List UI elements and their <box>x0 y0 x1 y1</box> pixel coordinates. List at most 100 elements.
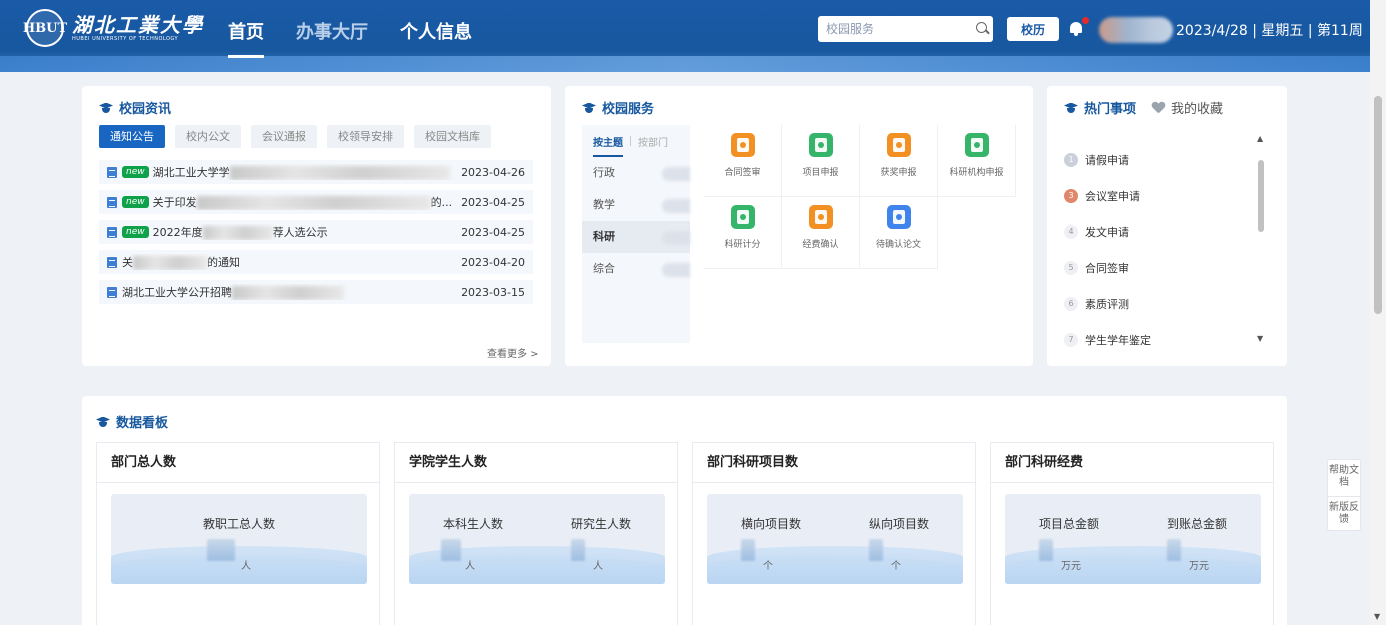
redacted-blur <box>196 196 431 210</box>
scroll-down-icon[interactable]: ▼ <box>1374 612 1380 621</box>
metric-label: 横向项目数 <box>740 517 801 531</box>
hot-item-label: 合同签审 <box>1085 262 1129 275</box>
help-docs-button[interactable]: 帮助文档 <box>1328 460 1360 496</box>
service-award-application[interactable]: 获奖申报 <box>860 125 938 197</box>
search-input[interactable] <box>826 22 976 36</box>
nav-personal-info[interactable]: 个人信息 <box>400 18 472 56</box>
category-general[interactable]: 综合 <box>582 253 690 285</box>
service-institute-application[interactable]: 科研机构申报 <box>938 125 1016 197</box>
graduation-cap-icon <box>96 416 110 428</box>
tab-leader-schedule[interactable]: 校领导安排 <box>327 125 404 148</box>
redacted-blur <box>202 226 273 240</box>
metric-unit: 人 <box>593 561 603 572</box>
news-item[interactable]: new 关于印发 的... 2023-04-25 <box>99 190 533 214</box>
news-item-title: 湖北工业大学公开招聘 <box>122 284 461 300</box>
metric-value-blurred <box>1039 539 1053 561</box>
news-item-title: 湖北工业大学学 <box>153 164 461 180</box>
service-research-points[interactable]: 科研计分 <box>704 197 782 269</box>
nav-service-hall[interactable]: 办事大厅 <box>296 18 368 56</box>
scroll-up-icon[interactable]: ▲ <box>1257 134 1263 143</box>
metric-value-blurred <box>1167 539 1181 561</box>
news-item-date: 2023-04-20 <box>461 255 525 269</box>
logo-cn: 湖北工業大學 <box>72 13 204 37</box>
service-paper-confirm[interactable]: 待确认论文 <box>860 197 938 269</box>
calendar-button[interactable]: 校历 <box>1007 17 1059 41</box>
page-scroll-thumb[interactable] <box>1374 96 1382 314</box>
service-label: 合同签审 <box>724 168 761 178</box>
service-project-application[interactable]: 项目申报 <box>782 125 860 197</box>
tab-doc-library[interactable]: 校园文档库 <box>414 125 491 148</box>
metric-unit: 个 <box>891 561 901 572</box>
hot-item[interactable]: 6 素质评测 <box>1064 286 1151 322</box>
fund-icon <box>808 205 833 229</box>
search-icon[interactable] <box>976 22 987 36</box>
document-icon <box>107 286 117 298</box>
news-card-title: 校园资讯 <box>99 98 171 117</box>
new-badge: new <box>122 166 149 178</box>
metric-label: 教职工总人数 <box>202 517 275 531</box>
metric-label: 纵向项目数 <box>868 517 929 531</box>
tab-by-department[interactable]: 按部门 <box>638 134 668 149</box>
news-item-date: 2023-04-25 <box>461 225 525 239</box>
news-item[interactable]: 湖北工业大学公开招聘 2023-03-15 <box>99 280 533 304</box>
metric-unit: 人 <box>241 561 251 572</box>
news-item-date: 2023-03-15 <box>461 285 525 299</box>
document-icon <box>107 256 117 268</box>
hot-list-scrollbar[interactable]: ▲ ▼ <box>1255 134 1267 346</box>
service-contract-review[interactable]: 合同签审 <box>704 125 782 197</box>
metric-value-blurred <box>869 539 883 561</box>
tab-my-favorites[interactable]: 我的收藏 <box>1152 98 1223 117</box>
rank-badge: 3 <box>1064 189 1078 203</box>
score-sheet-icon <box>730 205 755 229</box>
hot-item[interactable]: 1 请假申请 <box>1064 142 1151 178</box>
rank-badge: 4 <box>1064 225 1078 239</box>
hot-header: 热门事项 我的收藏 <box>1064 98 1223 117</box>
news-item[interactable]: 关的通知 2023-04-20 <box>99 250 533 274</box>
news-item-title: 2022年度 荐人选公示 <box>152 226 328 240</box>
hot-item-label: 学生学年鉴定 <box>1085 334 1151 347</box>
rank-badge: 7 <box>1064 333 1078 347</box>
page-scrollbar[interactable]: ▼ <box>1370 0 1386 625</box>
hot-title: 热门事项 <box>1084 102 1137 117</box>
service-label: 经费确认 <box>802 240 839 250</box>
tab-by-topic[interactable]: 按主题 <box>593 134 623 157</box>
dashboard-card: 数据看板 部门总人数 教职工总人数 人 学院学生人数 本科生人数 人 研究生人数… <box>82 396 1287 625</box>
document-icon <box>107 166 117 178</box>
news-item[interactable]: new 2022年度 荐人选公示 2023-04-25 <box>99 220 533 244</box>
nav-home[interactable]: 首页 <box>228 18 264 58</box>
news-item-date: 2023-04-26 <box>461 165 525 179</box>
graduation-cap-icon <box>582 102 596 114</box>
scroll-thumb[interactable] <box>1258 160 1264 232</box>
panel-dept-staff: 部门总人数 教职工总人数 人 <box>96 442 380 625</box>
hot-item[interactable]: 5 合同签审 <box>1064 250 1151 286</box>
document-icon <box>107 196 117 208</box>
news-item[interactable]: new 湖北工业大学学 2023-04-26 <box>99 160 533 184</box>
tab-notices[interactable]: 通知公告 <box>99 125 165 148</box>
tab-hot-items[interactable]: 热门事项 <box>1064 98 1136 117</box>
panel-title: 部门总人数 <box>97 443 379 483</box>
category-teaching[interactable]: 教学 <box>582 189 690 221</box>
hot-item[interactable]: 7 学生学年鉴定 <box>1064 322 1151 358</box>
hot-item[interactable]: 3 会议室申请 <box>1064 178 1151 214</box>
service-fund-confirm[interactable]: 经费确认 <box>782 197 860 269</box>
scroll-down-icon[interactable]: ▼ <box>1257 334 1263 343</box>
university-logo[interactable]: HBUT 湖北工業大學 HUBEI UNIVERSITY OF TECHNOLO… <box>23 9 204 47</box>
view-more-link[interactable]: 查看更多 > <box>487 345 539 360</box>
bell-icon[interactable] <box>1069 21 1083 37</box>
feedback-button[interactable]: 新版反馈 <box>1328 496 1360 532</box>
metric-unit: 万元 <box>1061 561 1081 572</box>
category-research[interactable]: 科研 <box>582 221 690 253</box>
trophy-icon <box>886 133 911 157</box>
hot-item[interactable]: 4 发文申请 <box>1064 214 1151 250</box>
panel-dept-projects: 部门科研项目数 横向项目数 个 纵向项目数 个 <box>692 442 976 625</box>
rank-badge: 1 <box>1064 153 1078 167</box>
tab-separator <box>630 136 631 146</box>
service-label: 获奖申报 <box>880 168 917 178</box>
dashboard-title: 数据看板 <box>96 412 168 431</box>
tab-meeting-reports[interactable]: 会议通报 <box>251 125 317 148</box>
rank-badge: 5 <box>1064 261 1078 275</box>
category-admin[interactable]: 行政 <box>582 157 690 189</box>
redacted-blur <box>229 166 450 180</box>
user-avatar-blurred[interactable] <box>1099 17 1173 43</box>
tab-internal-docs[interactable]: 校内公文 <box>175 125 241 148</box>
